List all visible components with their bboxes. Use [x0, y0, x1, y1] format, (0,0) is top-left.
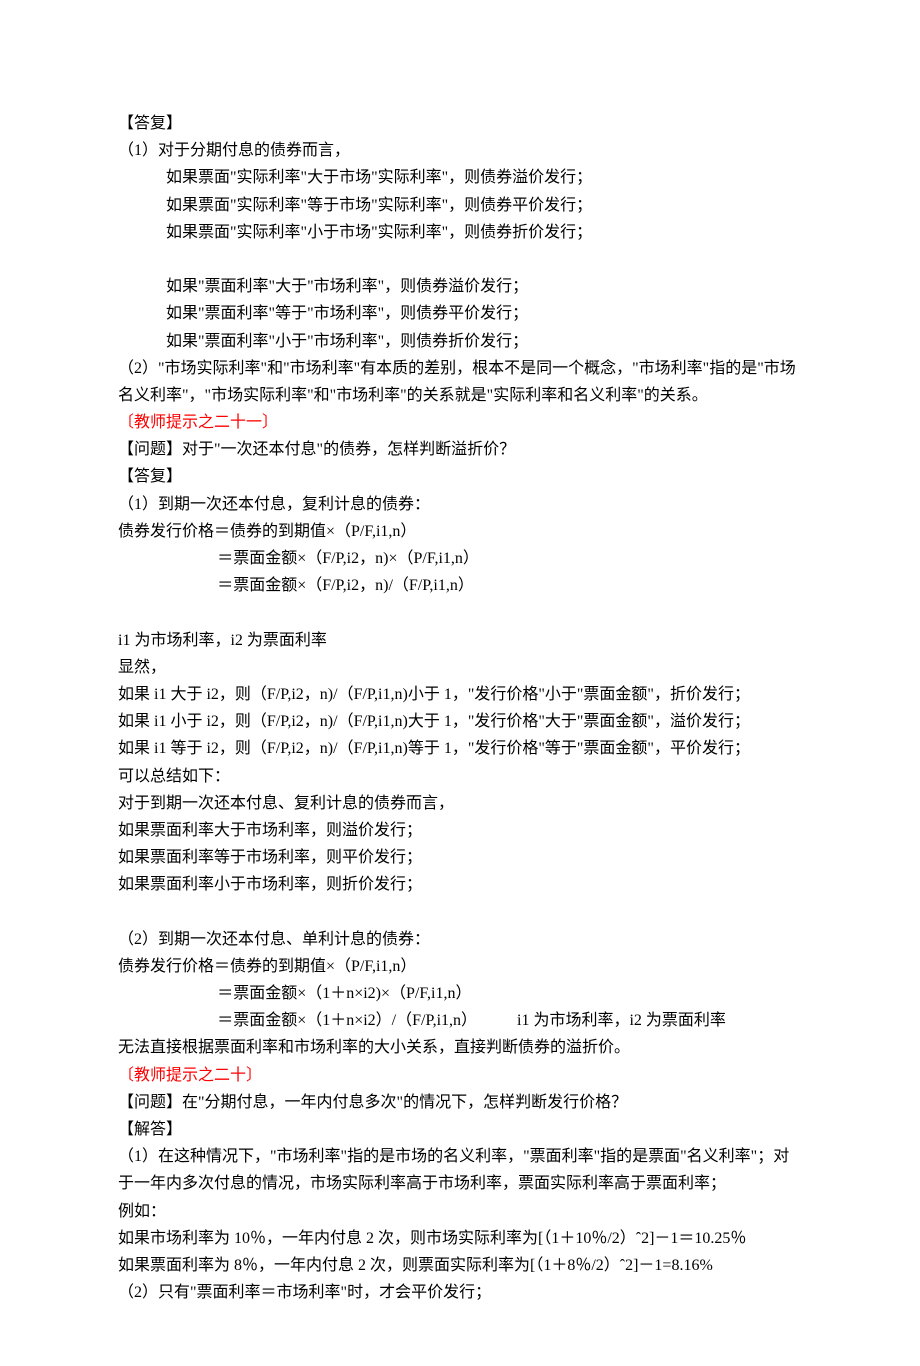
text-line: 如果票面利率小于市场利率，则折价发行；	[118, 871, 802, 898]
section-header: 〔教师提示之二十〕	[118, 1062, 802, 1089]
text-line: ＝票面金额×（F/P,i2，n)/（F/P,i1,n）	[118, 572, 802, 599]
text-line: 如果 i1 小于 i2，则（F/P,i2，n)/（F/P,i1,n)大于 1，"…	[118, 708, 802, 735]
text-line: 无法直接根据票面利率和市场利率的大小关系，直接判断债券的溢折价。	[118, 1034, 802, 1061]
text-line: ＝票面金额×（1＋n×i2)×（P/F,i1,n）	[118, 980, 802, 1007]
text-line: 如果 i1 等于 i2，则（F/P,i2，n)/（F/P,i1,n)等于 1，"…	[118, 735, 802, 762]
blank-line	[118, 246, 802, 273]
text-line: 如果票面利率为 8％，一年内付息 2 次，则票面实际利率为[（1＋8％/2）ˆ2…	[118, 1252, 802, 1279]
section-header: 〔教师提示之二十一〕	[118, 409, 802, 436]
text-line: 债券发行价格＝债券的到期值×（P/F,i1,n）	[118, 953, 802, 980]
text-line: 如果票面"实际利率"大于市场"实际利率"，则债券溢价发行；	[118, 164, 802, 191]
text-line: 【答复】	[118, 463, 802, 490]
text-line: 【答复】	[118, 110, 802, 137]
text-line: （1）对于分期付息的债券而言，	[118, 137, 802, 164]
document-page: 【答复】（1）对于分期付息的债券而言， 如果票面"实际利率"大于市场"实际利率"…	[0, 0, 920, 1366]
text-line: 例如：	[118, 1198, 802, 1225]
text-line: 如果票面利率大于市场利率，则溢价发行；	[118, 817, 802, 844]
text-line: （2）只有"票面利率＝市场利率"时，才会平价发行；	[118, 1279, 802, 1306]
text-line: 如果票面"实际利率"等于市场"实际利率"，则债券平价发行；	[118, 192, 802, 219]
text-line: （2）"市场实际利率"和"市场利率"有本质的差别，根本不是同一个概念，"市场利率…	[118, 355, 802, 409]
text-line: 【问题】在"分期付息，一年内付息多次"的情况下，怎样判断发行价格？	[118, 1089, 802, 1116]
text-line: 如果票面利率等于市场利率，则平价发行；	[118, 844, 802, 871]
text-line: （1）到期一次还本付息，复利计息的债券：	[118, 491, 802, 518]
text-line: 如果 i1 大于 i2，则（F/P,i2，n)/（F/P,i1,n)小于 1，"…	[118, 681, 802, 708]
text-line: 显然，	[118, 654, 802, 681]
text-line: （2）到期一次还本付息、单利计息的债券：	[118, 926, 802, 953]
text-line: 可以总结如下：	[118, 763, 802, 790]
text-line: 【解答】	[118, 1116, 802, 1143]
text-line: 如果"票面利率"大于"市场利率"，则债券溢价发行；	[118, 273, 802, 300]
text-line: 债券发行价格＝债券的到期值×（P/F,i1,n）	[118, 518, 802, 545]
blank-line	[118, 898, 802, 925]
text-line: 对于到期一次还本付息、复利计息的债券而言，	[118, 790, 802, 817]
text-line: ＝票面金额×（F/P,i2，n)×（P/F,i1,n）	[118, 545, 802, 572]
text-line: 【问题】对于"一次还本付息"的债券，怎样判断溢折价？	[118, 436, 802, 463]
text-line: （1）在这种情况下，"市场利率"指的是市场的名义利率，"票面利率"指的是票面"名…	[118, 1143, 802, 1197]
text-line: ＝票面金额×（1＋n×i2）/（F/P,i1,n） i1 为市场利率，i2 为票…	[118, 1007, 802, 1034]
text-line: 如果市场利率为 10％，一年内付息 2 次，则市场实际利率为[（1＋10％/2）…	[118, 1225, 802, 1252]
text-line: 如果"票面利率"等于"市场利率"，则债券平价发行；	[118, 300, 802, 327]
text-line: 如果票面"实际利率"小于市场"实际利率"，则债券折价发行；	[118, 219, 802, 246]
blank-line	[118, 599, 802, 626]
text-line: 如果"票面利率"小于"市场利率"，则债券折价发行；	[118, 328, 802, 355]
text-line: i1 为市场利率，i2 为票面利率	[118, 627, 802, 654]
